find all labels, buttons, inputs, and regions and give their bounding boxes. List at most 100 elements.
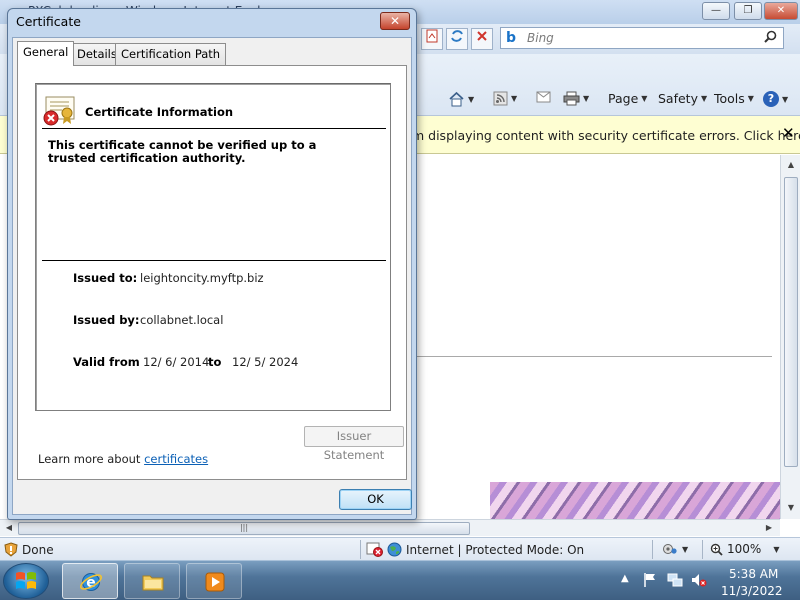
globe-icon — [387, 542, 402, 557]
home-icon[interactable]: ▼ — [448, 91, 474, 107]
page-divider — [416, 356, 772, 357]
status-text: Done — [22, 542, 54, 557]
vertical-scrollbar[interactable]: ▲ ▼ — [780, 155, 800, 519]
feeds-icon[interactable]: ▼ — [493, 91, 517, 106]
status-separator — [702, 540, 703, 559]
action-center-flag-icon[interactable] — [643, 572, 657, 588]
chevron-down-icon: ▼ — [782, 94, 789, 104]
safety-menu-label: Safety — [658, 91, 698, 106]
zoom-control[interactable]: 100% ▼ — [710, 542, 779, 556]
taskbar-explorer[interactable] — [124, 563, 180, 599]
show-hidden-icons-icon[interactable]: ▲ — [621, 573, 629, 584]
security-settings[interactable]: ▼ — [662, 542, 688, 556]
close-window-button[interactable]: ✕ — [764, 2, 798, 20]
chevron-down-icon[interactable]: ▼ — [468, 95, 474, 104]
status-separator — [652, 540, 653, 559]
zoom-level: 100% — [727, 542, 762, 556]
tab-general[interactable]: General — [17, 41, 75, 66]
system-tray: ▲ 5:38 AM 11/3/2022 — [615, 563, 800, 599]
tools-menu[interactable]: Tools ▼ — [714, 91, 754, 106]
issued-to-label: Issued to: — [73, 271, 138, 285]
bing-icon: b — [506, 30, 517, 46]
clock-time[interactable]: 5:38 AM — [729, 567, 778, 581]
fields-divider — [42, 260, 386, 261]
chevron-down-icon: ▼ — [682, 544, 689, 554]
chevron-down-icon[interactable]: ▼ — [583, 94, 589, 103]
chevron-down-icon[interactable]: ▼ — [511, 94, 517, 103]
scroll-down-icon[interactable]: ▼ — [784, 501, 798, 515]
learn-more-text: Learn more about certificates — [38, 452, 208, 466]
search-box[interactable]: b Bing — [500, 27, 784, 49]
status-bar: Done Internet | Protected Mode: On ▼ 100… — [0, 537, 800, 560]
taskbar-internet-explorer[interactable]: e — [62, 563, 118, 599]
help-menu[interactable]: ? ▼ — [763, 91, 788, 107]
status-separator — [360, 540, 361, 559]
page-banner-image — [490, 482, 780, 520]
valid-from-value: 12/ 6/ 2014 — [143, 355, 210, 369]
vertical-scroll-thumb[interactable] — [784, 177, 798, 467]
windows-logo-icon — [16, 572, 36, 589]
learn-more-prefix: Learn more about — [38, 452, 141, 466]
warning-shield-icon — [4, 542, 18, 557]
certificate-info-heading: Certificate Information — [85, 105, 234, 119]
tab-certification-path[interactable]: Certification Path — [115, 43, 227, 65]
infobar-close-icon[interactable]: ✕ — [782, 124, 795, 142]
chevron-down-icon: ▼ — [641, 94, 648, 103]
taskbar-media-player[interactable] — [186, 563, 242, 599]
network-icon[interactable] — [667, 572, 683, 588]
scroll-right-icon[interactable]: ▶ — [762, 521, 776, 535]
mail-icon[interactable] — [536, 91, 551, 103]
issued-by-label: Issued by: — [73, 313, 140, 327]
status-zone[interactable]: Internet | Protected Mode: On — [366, 542, 584, 557]
status-done: Done — [4, 542, 54, 557]
valid-from-label: Valid from — [73, 355, 140, 369]
page-menu-label: Page — [608, 91, 639, 106]
horizontal-scroll-thumb[interactable]: ||| — [18, 522, 470, 535]
scroll-up-icon[interactable]: ▲ — [784, 158, 798, 172]
media-player-icon — [205, 572, 225, 592]
ok-button[interactable]: OK — [339, 489, 412, 510]
chevron-down-icon: ▼ — [700, 94, 708, 103]
certificate-dialog: Certificate ✕ General Details Certificat… — [7, 8, 417, 520]
taskbar: e ▲ 5:38 AM 11/3/2022 — [0, 560, 800, 600]
heading-divider — [42, 128, 386, 129]
start-button[interactable] — [3, 563, 49, 599]
print-icon[interactable]: ▼ — [563, 91, 589, 106]
safety-menu[interactable]: Safety ▼ — [658, 91, 707, 106]
certificate-info-box: Certificate Information This certificate… — [35, 83, 391, 411]
minimize-button[interactable]: — — [702, 2, 730, 20]
stop-icon[interactable] — [471, 28, 493, 50]
certificates-link[interactable]: certificates — [144, 452, 208, 466]
clock-date[interactable]: 11/3/2022 — [721, 584, 783, 598]
settings-gear-icon — [663, 544, 677, 554]
zone-text: Internet | Protected Mode: On — [406, 542, 585, 557]
certificate-warning-text: This certificate cannot be verified up t… — [48, 138, 317, 165]
maximize-button[interactable]: ❐ — [734, 2, 762, 20]
refresh-icon[interactable] — [446, 28, 468, 50]
infobar-message[interactable]: m displaying content with security certi… — [412, 128, 800, 143]
page-menu[interactable]: Page ▼ — [608, 91, 647, 106]
chevron-down-icon: ▼ — [747, 94, 754, 103]
zoom-icon — [710, 543, 723, 556]
issued-to-value: leightoncity.myftp.biz — [140, 271, 264, 285]
dialog-body: General Details Certification Path Certi… — [12, 37, 412, 515]
issuer-statement-button[interactable]: Issuer Statement — [304, 426, 404, 462]
volume-muted-icon[interactable] — [691, 572, 707, 588]
certificate-error-icon — [43, 96, 75, 126]
horizontal-scrollbar[interactable]: ◀ ||| ▶ — [0, 519, 780, 536]
folder-icon — [142, 575, 164, 591]
search-icon[interactable] — [764, 30, 777, 47]
scroll-left-icon[interactable]: ◀ — [2, 521, 16, 535]
tools-menu-label: Tools — [714, 91, 745, 106]
chevron-down-icon: ▼ — [773, 544, 780, 554]
internet-explorer-icon: e — [79, 573, 103, 591]
compatibility-view-icon[interactable] — [421, 28, 443, 50]
issued-by-value: collabnet.local — [140, 313, 224, 327]
dialog-close-button[interactable]: ✕ — [380, 12, 410, 30]
certificate-error-icon — [366, 542, 383, 557]
search-input[interactable]: Bing — [527, 31, 554, 45]
dialog-title: Certificate — [16, 14, 81, 29]
help-icon: ? — [763, 91, 779, 107]
tab-panel-general: Certificate Information This certificate… — [17, 65, 407, 480]
valid-to-value: 12/ 5/ 2024 — [232, 355, 299, 369]
